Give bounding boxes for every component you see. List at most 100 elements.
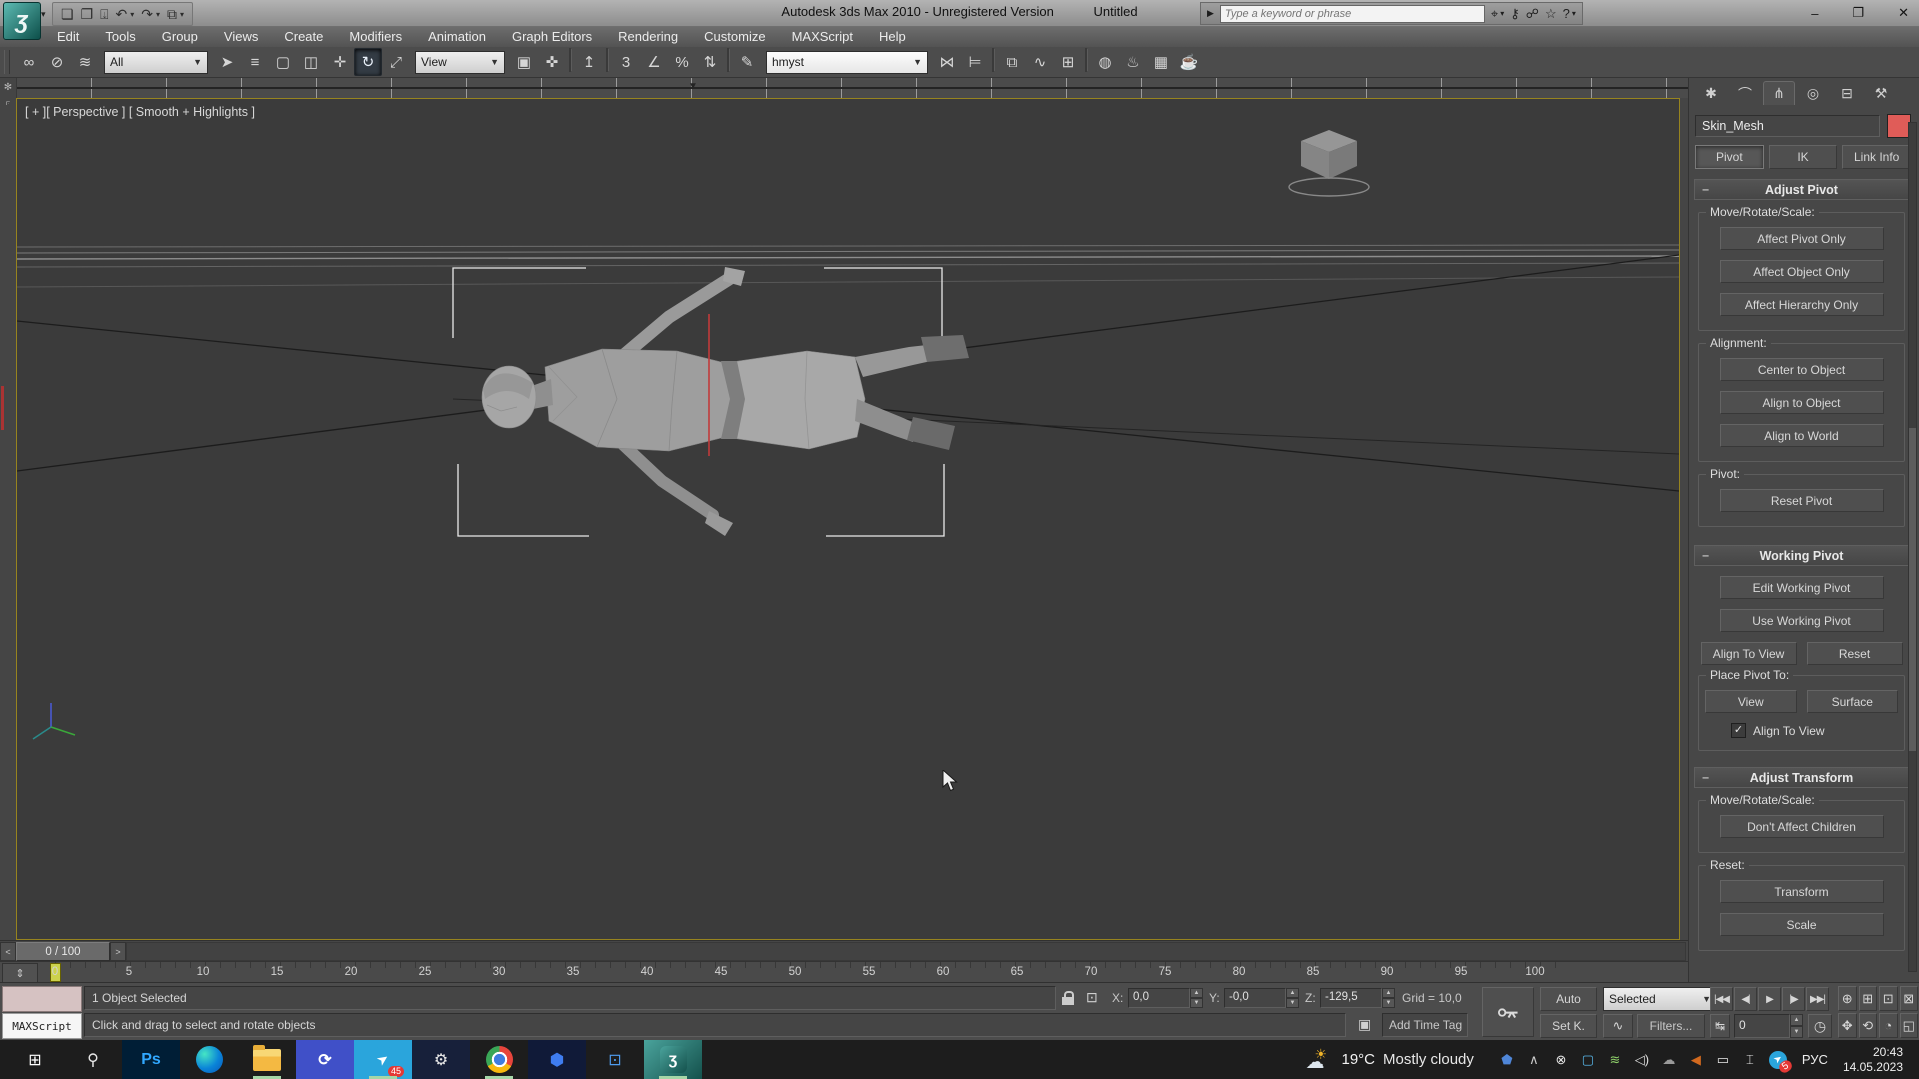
tab-display[interactable]: ⊟	[1831, 81, 1863, 105]
time-slider-track[interactable]	[126, 942, 1686, 961]
pivot-button[interactable]: Pivot	[1695, 145, 1764, 169]
favorites-star-icon[interactable]: ☆	[1545, 6, 1557, 22]
keyboard-shortcut-override-icon[interactable]: ↥	[575, 48, 603, 76]
toolbar-handle[interactable]	[4, 50, 10, 74]
align-to-view-checkbox[interactable]: ✓	[1731, 723, 1746, 738]
zoom-extents-all-icon[interactable]: ⊠	[1900, 986, 1919, 1011]
menu-item[interactable]: Graph Editors	[499, 27, 605, 47]
layer-manager-icon[interactable]: ⧉	[998, 48, 1026, 76]
panel-button[interactable]: Affect Pivot Only	[1720, 227, 1884, 250]
search-dropdown-icon[interactable]: ▾	[1500, 9, 1504, 18]
bind-to-space-warp-icon[interactable]: ≋	[71, 48, 99, 76]
3dsmax-app[interactable]: ʒ	[644, 1040, 702, 1079]
angle-snap-icon[interactable]: ∠	[640, 48, 668, 76]
remote-desktop-app[interactable]: ⊡	[586, 1040, 644, 1079]
separator[interactable]	[727, 48, 730, 72]
default-tangent-icon[interactable]: ∿	[1603, 1014, 1633, 1038]
selection-lock-icon[interactable]	[1062, 991, 1074, 1005]
weather-widget[interactable]: ☀ ☁ 19°C Mostly cloudy	[1306, 1047, 1474, 1073]
mic-icon[interactable]: ⌶	[1742, 1052, 1758, 1068]
previous-frame-icon[interactable]: ◀|	[1734, 987, 1757, 1011]
viewport-label[interactable]: [ + ][ Perspective ] [ Smooth + Highligh…	[25, 105, 255, 119]
edge-app[interactable]	[180, 1040, 238, 1079]
use-pivot-point-center-icon[interactable]: ▣	[510, 48, 538, 76]
snap-toggle-3d-icon[interactable]: 3	[612, 48, 640, 76]
collapse-icon[interactable]: −	[1702, 549, 1709, 563]
orbit-icon[interactable]: ◔	[1879, 1013, 1898, 1038]
language-indicator[interactable]: РУС	[1802, 1052, 1828, 1067]
backup-app[interactable]: ⟳	[296, 1040, 354, 1079]
reference-coordinate-system-dropdown[interactable]: View▼	[415, 51, 505, 74]
menu-item[interactable]: Tools	[92, 27, 148, 47]
maxscript-mini-listener-white[interactable]: MAXScript	[2, 1013, 82, 1039]
zoom-icon[interactable]: ⊕	[1838, 986, 1857, 1011]
volume-orange-icon[interactable]: ◀	[1688, 1052, 1704, 1068]
z-coordinate-field[interactable]: -129,5	[1320, 988, 1382, 1008]
track-ruler-strip[interactable]: ▼	[16, 78, 1919, 98]
perspective-viewport[interactable]: [ + ][ Perspective ] [ Smooth + Highligh…	[16, 98, 1680, 940]
panel-button[interactable]: Don't Affect Children	[1720, 815, 1884, 838]
select-and-move-icon[interactable]: ✛	[326, 48, 354, 76]
panel-button[interactable]: Reset Pivot	[1720, 489, 1884, 512]
schematic-view-icon[interactable]: ⊞	[1054, 48, 1082, 76]
x-coordinate-field[interactable]: 0,0	[1128, 988, 1190, 1008]
key-filters-button[interactable]: Filters...	[1637, 1014, 1705, 1038]
network-icon[interactable]: ≋	[1607, 1052, 1623, 1068]
panel-button[interactable]: Align to Object	[1720, 391, 1884, 414]
select-by-name-icon[interactable]: ≡	[241, 48, 269, 76]
key-mode-toggle-icon[interactable]: ↹	[1710, 1014, 1730, 1038]
rendered-frame-window-icon[interactable]: ▦	[1147, 48, 1175, 76]
panel-button[interactable]: Center to Object	[1720, 358, 1884, 381]
x-spinner[interactable]: ▲▼	[1190, 988, 1203, 1008]
defender-icon[interactable]: ⊗	[1553, 1052, 1569, 1068]
panel-button[interactable]: Surface	[1807, 690, 1899, 713]
security-shield-icon[interactable]: ⬟	[1499, 1052, 1515, 1068]
search-icon[interactable]: ⌖	[1491, 6, 1498, 22]
help-dropdown-icon[interactable]: ▾	[1572, 9, 1576, 18]
object-name-field[interactable]: Skin_Mesh	[1695, 115, 1880, 137]
separator[interactable]	[992, 48, 995, 72]
maximize-viewport-toggle-icon[interactable]: ◱	[1900, 1013, 1919, 1038]
panel-scrollbar[interactable]	[1908, 122, 1917, 972]
communication-center-icon[interactable]: ☍	[1526, 6, 1539, 22]
help-icon[interactable]: ?	[1563, 6, 1570, 21]
panel-button[interactable]: Use Working Pivot	[1720, 609, 1884, 632]
set-key-button[interactable]: ⚷	[1482, 987, 1534, 1037]
time-configuration-icon[interactable]: ◷	[1808, 1014, 1832, 1038]
panel-scrollbar-thumb[interactable]	[1909, 428, 1916, 750]
start-button[interactable]: ⊞	[6, 1040, 64, 1079]
select-and-rotate-icon[interactable]: ↻	[354, 48, 382, 76]
y-coordinate-field[interactable]: -0,0	[1224, 988, 1286, 1008]
subscription-key-icon[interactable]: ⚷	[1510, 6, 1520, 22]
auto-key-button[interactable]: Auto	[1540, 987, 1597, 1011]
menu-item[interactable]: Modifiers	[336, 27, 415, 47]
percent-snap-icon[interactable]: %	[668, 48, 696, 76]
separator[interactable]	[606, 48, 609, 72]
material-editor-icon[interactable]: ◍	[1091, 48, 1119, 76]
tab-create[interactable]: ✱	[1695, 81, 1727, 105]
clock[interactable]: 20:43 14.05.2023	[1843, 1045, 1903, 1075]
menu-item[interactable]: Rendering	[605, 27, 691, 47]
next-frame-icon[interactable]: |▶	[1782, 987, 1805, 1011]
current-frame-field[interactable]: 0	[1734, 1014, 1790, 1038]
link-info-button[interactable]: Link Info	[1842, 145, 1911, 169]
infocenter-collapse-icon[interactable]: ▶	[1207, 8, 1214, 19]
selection-filter-dropdown[interactable]: All▼	[104, 51, 208, 74]
application-menu-dropdown-icon[interactable]: ▾	[41, 9, 46, 20]
snip-icon[interactable]: ▢	[1580, 1052, 1596, 1068]
dock-tool-icon[interactable]: ⟔	[0, 97, 16, 108]
menu-item[interactable]: MAXScript	[779, 27, 866, 47]
time-slider-handle[interactable]: 0 / 100	[16, 942, 110, 961]
hidden-icons-chevron[interactable]: ∧	[1526, 1052, 1542, 1068]
window-crossing-icon[interactable]: ◫	[297, 48, 325, 76]
separator[interactable]	[1085, 48, 1088, 72]
panel-button[interactable]: Scale	[1720, 913, 1884, 936]
dock-snap-icon[interactable]: ✻	[0, 82, 16, 93]
curve-editor-icon[interactable]: ∿	[1026, 48, 1054, 76]
select-and-scale-icon[interactable]: ⤢	[382, 48, 410, 76]
key-filter-dropdown[interactable]: Selected▼	[1603, 987, 1717, 1011]
go-to-end-icon[interactable]: ▶▶|	[1806, 987, 1829, 1011]
arc-rotate-icon[interactable]: ⟲	[1859, 1013, 1878, 1038]
select-and-manipulate-icon[interactable]: ✜	[538, 48, 566, 76]
tab-utilities[interactable]: ⚒	[1865, 81, 1897, 105]
